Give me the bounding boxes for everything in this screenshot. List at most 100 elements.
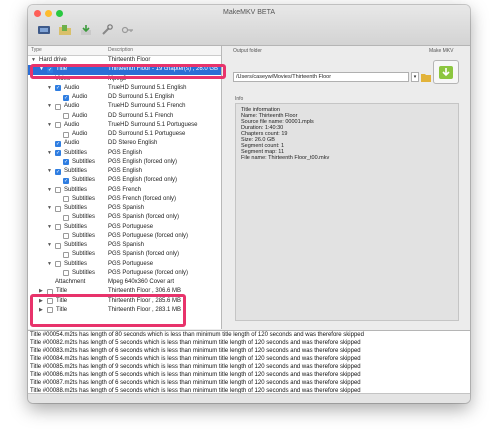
disclosure-expanded-icon[interactable]: ▼ (47, 122, 52, 128)
column-description-header[interactable]: Description (108, 47, 133, 53)
row-type: Title (56, 288, 68, 295)
tree-row[interactable]: ✓ Audio DD Surround 5.1 English (28, 93, 221, 102)
track-checkbox[interactable] (55, 187, 61, 193)
tree-row[interactable]: Video Mpeg2 (28, 75, 221, 84)
disclosure-expanded-icon[interactable]: ▼ (47, 85, 52, 91)
disclosure-expanded-icon[interactable]: ▼ (47, 187, 52, 193)
track-checkbox[interactable] (63, 251, 69, 258)
track-checkbox[interactable]: ✓ (47, 66, 53, 73)
track-checkbox[interactable] (63, 233, 69, 240)
row-type: Title (56, 297, 68, 304)
track-checkbox[interactable]: ✓ (55, 150, 61, 156)
tree-row[interactable]: ▼ ✓ Audio TrueHD Surround 5.1 English (28, 84, 221, 93)
disclosure-collapsed-icon[interactable]: ▶ (39, 298, 43, 304)
tree-row[interactable]: ▼ Audio TrueHD Surround 5.1 Portuguese (28, 121, 221, 130)
track-checkbox[interactable] (55, 205, 61, 212)
output-folder-dropdown[interactable]: ▾ (411, 72, 419, 82)
app-window: MakeMKV BETA Type Description ▼ Hard driv… (28, 5, 470, 403)
disclosure-expanded-icon[interactable]: ▼ (47, 224, 52, 230)
log-panel[interactable]: Title #00054.m2ts has length of 80 secon… (28, 330, 470, 394)
track-checkbox[interactable]: ✓ (63, 94, 69, 101)
tree-row[interactable]: Attachment Mpeg 640x360 Cover art (28, 278, 221, 287)
row-description: TrueHD Surround 5.1 Portuguese (108, 121, 198, 128)
tree-row[interactable]: Subtitles PGS Spanish (forced only) (28, 250, 221, 259)
info-line: File name: Thirteenth Floor_t00.mkv (241, 155, 330, 161)
track-checkbox[interactable] (55, 103, 61, 110)
tree-row[interactable]: Audio DD Surround 5.1 French (28, 112, 221, 121)
preferences-button[interactable] (99, 22, 114, 37)
column-type-header[interactable]: Type (31, 47, 42, 53)
track-checkbox[interactable] (55, 224, 61, 230)
track-checkbox[interactable] (47, 298, 53, 304)
log-line: Title #00084.m2ts has length of 5 second… (30, 356, 361, 362)
tree-row[interactable]: ▼ Subtitles PGS Spanish (28, 241, 221, 250)
tree-row[interactable]: ▼ ✓ Subtitles PGS English (28, 167, 221, 176)
tree-row[interactable]: Subtitles PGS Portuguese (forced only) (28, 232, 221, 241)
open-disc-button[interactable] (36, 22, 51, 37)
disclosure-expanded-icon[interactable]: ▼ (47, 168, 52, 174)
disclosure-collapsed-icon[interactable]: ▶ (39, 307, 43, 313)
preferences-icon (101, 23, 113, 35)
tree-row[interactable]: Subtitles PGS Spanish (forced only) (28, 213, 221, 222)
disclosure-expanded-icon[interactable]: ▼ (47, 205, 52, 211)
info-label: Info (235, 96, 244, 102)
row-description: PGS English (108, 168, 143, 174)
tree-row[interactable]: ✓ Audio DD Stereo English (28, 139, 221, 148)
row-type: Subtitles (72, 251, 96, 258)
browse-folder-button[interactable] (421, 72, 431, 82)
tree-row[interactable]: ▼ Hard drive Thirteenth Floor (28, 56, 221, 65)
tree-row[interactable]: ▼ Subtitles PGS Portuguese (28, 223, 221, 232)
open-files-button[interactable] (57, 22, 72, 37)
log-line: Title #00054.m2ts has length of 80 secon… (30, 332, 364, 338)
track-checkbox[interactable] (55, 242, 61, 249)
disclosure-collapsed-icon[interactable]: ▶ (39, 288, 43, 294)
row-type: Subtitles (64, 149, 88, 156)
row-type: Attachment (55, 279, 86, 285)
track-checkbox[interactable] (63, 214, 69, 221)
disclosure-expanded-icon[interactable]: ▼ (47, 261, 52, 267)
tree-row[interactable]: ▶ Title Thirteenth Floor , 283.1 MB (28, 306, 221, 315)
disclosure-expanded-icon[interactable]: ▼ (47, 103, 52, 109)
tree-row[interactable]: ▼ Audio TrueHD Surround 5.1 French (28, 102, 221, 111)
row-type: Subtitles (72, 177, 96, 184)
tree-row[interactable]: Audio DD Surround 5.1 Portuguese (28, 130, 221, 139)
tree-row[interactable]: ▼ Subtitles PGS French (28, 186, 221, 195)
track-checkbox[interactable] (55, 261, 61, 267)
tree-row[interactable]: ✓ Subtitles PGS English (forced only) (28, 158, 221, 167)
row-type: Subtitles (64, 260, 88, 267)
track-checkbox[interactable] (63, 131, 69, 138)
tree-row[interactable]: ▶ Title Thirteenth Floor , 285.6 MB (28, 297, 221, 306)
tree-row[interactable]: ▶ Title Thirteenth Floor , 306.6 MB (28, 287, 221, 296)
track-checkbox[interactable] (55, 122, 61, 129)
disclosure-expanded-icon[interactable]: ▼ (39, 66, 44, 72)
track-checkbox[interactable]: ✓ (55, 168, 61, 175)
log-line: Title #00083.m2ts has length of 6 second… (30, 348, 361, 354)
track-checkbox[interactable] (47, 307, 53, 314)
tree-row[interactable]: ▼ ✓ Subtitles PGS English (28, 149, 221, 158)
tree-row[interactable]: Subtitles PGS French (forced only) (28, 195, 221, 204)
make-mkv-label: Make MKV (429, 48, 454, 54)
track-checkbox[interactable] (47, 288, 53, 295)
track-checkbox[interactable] (63, 270, 69, 277)
disclosure-expanded-icon[interactable]: ▼ (47, 150, 52, 156)
log-line: Title #00082.m2ts has length of 5 second… (30, 340, 361, 346)
make-mkv-button[interactable] (433, 60, 459, 84)
tree-row[interactable]: ▼ Subtitles PGS Spanish (28, 204, 221, 213)
track-checkbox[interactable] (63, 196, 69, 203)
track-checkbox[interactable]: ✓ (63, 177, 69, 184)
disclosure-expanded-icon[interactable]: ▼ (47, 242, 52, 248)
tree-row[interactable]: ▼ Subtitles PGS Portuguese (28, 260, 221, 269)
track-checkbox[interactable] (63, 113, 69, 119)
track-checkbox[interactable]: ✓ (55, 140, 61, 147)
row-type: Audio (72, 131, 88, 137)
output-folder-field[interactable]: /Users/caseyw/Movies/Thirteenth Floor (233, 72, 409, 82)
tree-row[interactable]: ✓ Subtitles PGS English (forced only) (28, 176, 221, 185)
track-checkbox[interactable]: ✓ (63, 159, 69, 166)
register-button[interactable] (120, 22, 135, 37)
row-description: DD Surround 5.1 Portuguese (108, 131, 186, 137)
tree-row[interactable]: Subtitles PGS Portuguese (forced only) (28, 269, 221, 278)
disclosure-expanded-icon[interactable]: ▼ (31, 57, 36, 63)
track-checkbox[interactable]: ✓ (55, 85, 61, 92)
tree-row[interactable]: ▼ ✓ Title Thirteenth Floor - 19 chapter(s) … (28, 65, 221, 75)
backup-button[interactable] (78, 22, 93, 37)
